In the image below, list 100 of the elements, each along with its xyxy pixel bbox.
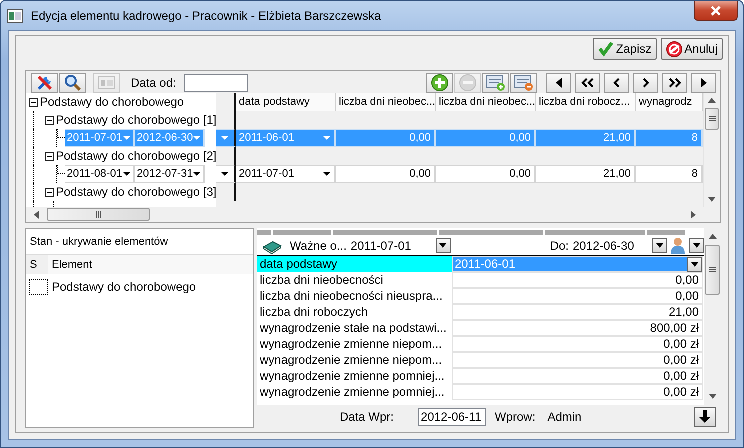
fast-back-button[interactable]: [575, 72, 600, 92]
remove-icon: [458, 74, 476, 92]
check-icon: [598, 41, 614, 57]
property-label[interactable]: wynagrodzenie zmienne niepom...: [257, 336, 452, 352]
collapse-icon[interactable]: [45, 188, 54, 196]
column-header[interactable]: wynagrodz: [636, 93, 703, 111]
search-button[interactable]: [59, 72, 86, 92]
property-value[interactable]: 0,00 zł: [452, 368, 703, 384]
close-button[interactable]: [694, 1, 738, 21]
property-label[interactable]: liczba dni nieobecności: [257, 272, 452, 288]
collapse-icon[interactable]: [45, 152, 54, 160]
add-icon: [430, 74, 448, 92]
property-value[interactable]: 21,00: [452, 304, 703, 320]
down-button[interactable]: [694, 406, 716, 426]
column-header[interactable]: Element: [48, 255, 253, 274]
cancel-button[interactable]: Anuluj: [660, 38, 723, 60]
grid-row[interactable]: 2011-08-01 2012-07-31 2011-07-01 0,00 0,00 21,00 8: [26, 165, 703, 183]
window-title: Edycja elementu kadrowego - Pracownik - Elżbieta Barszczewska: [31, 8, 382, 22]
valid-from-date[interactable]: 2011-07-01: [350, 238, 436, 252]
save-button[interactable]: Zapisz: [593, 38, 657, 60]
date-cell[interactable]: 2011-08-01: [65, 165, 135, 183]
valid-to-date[interactable]: 2012-06-30: [573, 238, 652, 252]
chevron-right-icon: [642, 78, 650, 88]
scroll-left-icon: [34, 210, 39, 218]
date-from-label: Data od:: [131, 76, 176, 90]
caret-icon: [323, 136, 331, 140]
property-label[interactable]: liczba dni nieobecności nieuspra...: [257, 288, 452, 304]
panel-title: Stan - ukrywanie elementów: [30, 236, 168, 248]
caret-icon: [193, 136, 202, 140]
last-button[interactable]: [691, 72, 716, 92]
valid-to-label: Do:: [550, 238, 569, 252]
property-label[interactable]: data podstawy: [257, 256, 452, 272]
horizontal-scrollbar[interactable]: [26, 207, 720, 222]
property-label[interactable]: wynagrodzenie zmienne pomniej...: [257, 368, 452, 384]
column-header[interactable]: liczba dni nieobec...: [336, 93, 436, 111]
table-cell: 21,00: [536, 129, 636, 147]
table-cell[interactable]: 2011-07-01: [236, 165, 336, 183]
dropdown-button[interactable]: [687, 256, 702, 272]
fast-forward-button[interactable]: [662, 72, 687, 92]
table-cell: 0,00: [436, 129, 536, 147]
down-arrow-icon: [699, 410, 711, 423]
dropdown-button[interactable]: [436, 238, 451, 253]
checkbox[interactable]: [29, 279, 48, 295]
property-label[interactable]: wynagrodzenie stałe na podstawi...: [257, 320, 452, 336]
date-cell[interactable]: 2012-07-31: [135, 165, 205, 183]
collapse-icon[interactable]: [29, 98, 38, 106]
person-icon: [670, 237, 686, 254]
property-value[interactable]: 0,00 zł: [452, 336, 703, 352]
column-header[interactable]: liczba dni robocz...: [536, 93, 636, 111]
add-button[interactable]: [426, 72, 453, 92]
back-button[interactable]: [604, 72, 629, 92]
search-icon: [64, 74, 82, 92]
date-from-field[interactable]: [184, 74, 248, 92]
chevron-left-icon: [612, 78, 620, 88]
property-label[interactable]: wynagrodzenie zmienne pomniej...: [257, 384, 452, 400]
scroll-up-icon: [708, 234, 716, 239]
property-value[interactable]: 800,00 zł: [452, 320, 703, 336]
grip-icon: [709, 267, 716, 273]
scroll-down-icon: [708, 394, 716, 399]
caret-icon: [690, 262, 698, 266]
table-cell: 8: [636, 129, 703, 147]
column-header[interactable]: liczba dni nieobec...: [436, 93, 536, 111]
tools-button[interactable]: [31, 72, 58, 92]
table-cell: 8: [636, 165, 703, 183]
dropdown-button[interactable]: [689, 238, 704, 253]
collapse-icon[interactable]: [45, 116, 54, 124]
column-header[interactable]: data podstawy: [236, 93, 336, 111]
property-value[interactable]: 0,00 zł: [452, 384, 703, 400]
forward-button[interactable]: [633, 72, 658, 92]
grip-icon: [708, 116, 716, 122]
list-item[interactable]: Podstawy do chorobowego: [52, 280, 196, 294]
property-value[interactable]: 0,00 zł: [452, 352, 703, 368]
caret-icon: [323, 172, 331, 176]
table-cell: 0,00: [336, 165, 436, 183]
dropdown-button[interactable]: [652, 238, 667, 253]
vertical-scrollbar[interactable]: [703, 93, 720, 207]
property-label[interactable]: liczba dni roboczych: [257, 304, 452, 320]
scroll-up-icon: [708, 98, 716, 103]
caret-icon: [123, 172, 131, 176]
property-label[interactable]: wynagrodzenie zmienne niepom...: [257, 352, 452, 368]
property-value[interactable]: 0,00: [452, 288, 703, 304]
table-cell: 0,00: [336, 129, 436, 147]
add-record-button[interactable]: [482, 72, 509, 92]
remove-record-button[interactable]: [510, 72, 537, 92]
entry-date-field[interactable]: 2012-06-11: [418, 408, 486, 426]
triangle-right-icon: [700, 78, 708, 88]
grip-icon: [96, 211, 102, 218]
first-button[interactable]: [546, 72, 571, 92]
entry-date-label: Data Wpr:: [340, 410, 394, 424]
column-header[interactable]: S: [26, 255, 48, 274]
cancel-icon: [666, 40, 683, 58]
caret-icon: [221, 136, 229, 140]
caret-icon: [193, 172, 202, 176]
caret-icon: [221, 172, 229, 176]
double-chevron-right-icon: [668, 78, 682, 88]
scroll-right-icon: [691, 210, 696, 218]
table-cell: 0,00: [436, 165, 536, 183]
table-cell: 21,00: [536, 165, 636, 183]
entered-by-label: Wprow:: [495, 410, 536, 424]
property-value[interactable]: 0,00: [452, 272, 703, 288]
